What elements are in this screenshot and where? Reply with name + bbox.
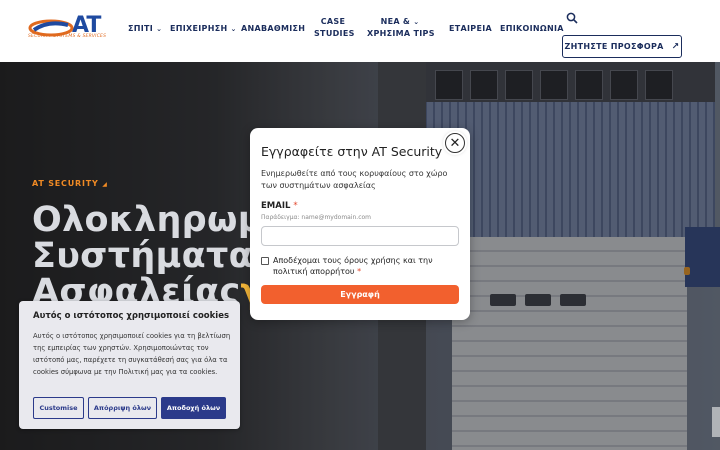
nav-item-business[interactable]: ΕΠΙΧΕΙΡΗΣΗ ⌄ <box>170 23 237 35</box>
signup-button[interactable]: Εγγραφή <box>261 285 459 304</box>
modal-description: Ενημερωθείτε από τους κορυφαίους στο χώρ… <box>261 169 448 190</box>
hero-title: Ολοκληρωμ Συστήματα Ασφαλείαςγ <box>32 200 264 312</box>
cookie-text: Αυτός ο ιστότοπος χρησιμοποιεί cookies γ… <box>33 332 231 376</box>
email-label: EMAIL * <box>261 201 298 211</box>
signup-modal: ✕ Εγγραφείτε στην AT Security Ενημερωθεί… <box>250 128 470 320</box>
search-icon[interactable] <box>566 12 578 24</box>
terms-label: Αποδέχομαι τους όρους χρήσης και την πολ… <box>273 256 433 276</box>
chevron-down-icon: ⌄ <box>230 25 237 33</box>
nav-item-news-tips[interactable]: ΝΕΑ & ⌄ ΧΡΗΣΙΜΑ TIPS <box>367 16 434 40</box>
email-field[interactable] <box>261 226 459 246</box>
nav-item-contact[interactable]: ΕΠΙΚΟΙΝΩΝΙΑ <box>500 23 564 35</box>
arrow-up-right-icon: ↗ <box>671 41 680 52</box>
nav-item-case-studies[interactable]: CASE STUDIES <box>314 16 354 40</box>
chevron-down-icon: ⌄ <box>413 18 420 26</box>
chevron-down-icon: ⌄ <box>156 25 163 33</box>
hero-tag: AT SECURITY ◢ <box>32 179 108 188</box>
terms-checkbox[interactable] <box>261 257 269 265</box>
side-widget <box>712 407 720 437</box>
logo-subtitle: SECURITY SYSTEMS & SERVICES <box>28 34 107 39</box>
cookie-title: Αυτός ο ιστότοπος χρησιμοποιεί cookies <box>33 311 230 321</box>
customise-button[interactable]: Customise <box>33 397 84 419</box>
email-hint: Παράδειγμα: name@mydomain.com <box>261 214 372 221</box>
reject-all-button[interactable]: Απόρριψη όλων <box>88 397 157 419</box>
nav-item-company[interactable]: ΕΤΑΙΡΕΙΑ <box>449 23 492 35</box>
site-header: AT SECURITY SYSTEMS & SERVICES ΣΠΙΤΙ ⌄ ΕΠ… <box>0 0 720 62</box>
accept-all-button[interactable]: Αποδοχή όλων <box>161 397 226 419</box>
cookie-banner: Αυτός ο ιστότοπος χρησιμοποιεί cookies Α… <box>19 301 240 429</box>
request-offer-button[interactable]: ΖΗΤΗΣΤΕ ΠΡΟΣΦΟΡΑ ↗ <box>562 35 682 58</box>
nav-item-home[interactable]: ΣΠΙΤΙ ⌄ <box>128 23 162 35</box>
nav-item-upgrade[interactable]: ΑΝΑΒΑΘΜΙΣΗ <box>241 23 305 35</box>
triangle-icon: ◢ <box>102 181 108 188</box>
modal-title: Εγγραφείτε στην AT Security <box>261 144 443 159</box>
close-icon[interactable]: ✕ <box>445 133 465 153</box>
